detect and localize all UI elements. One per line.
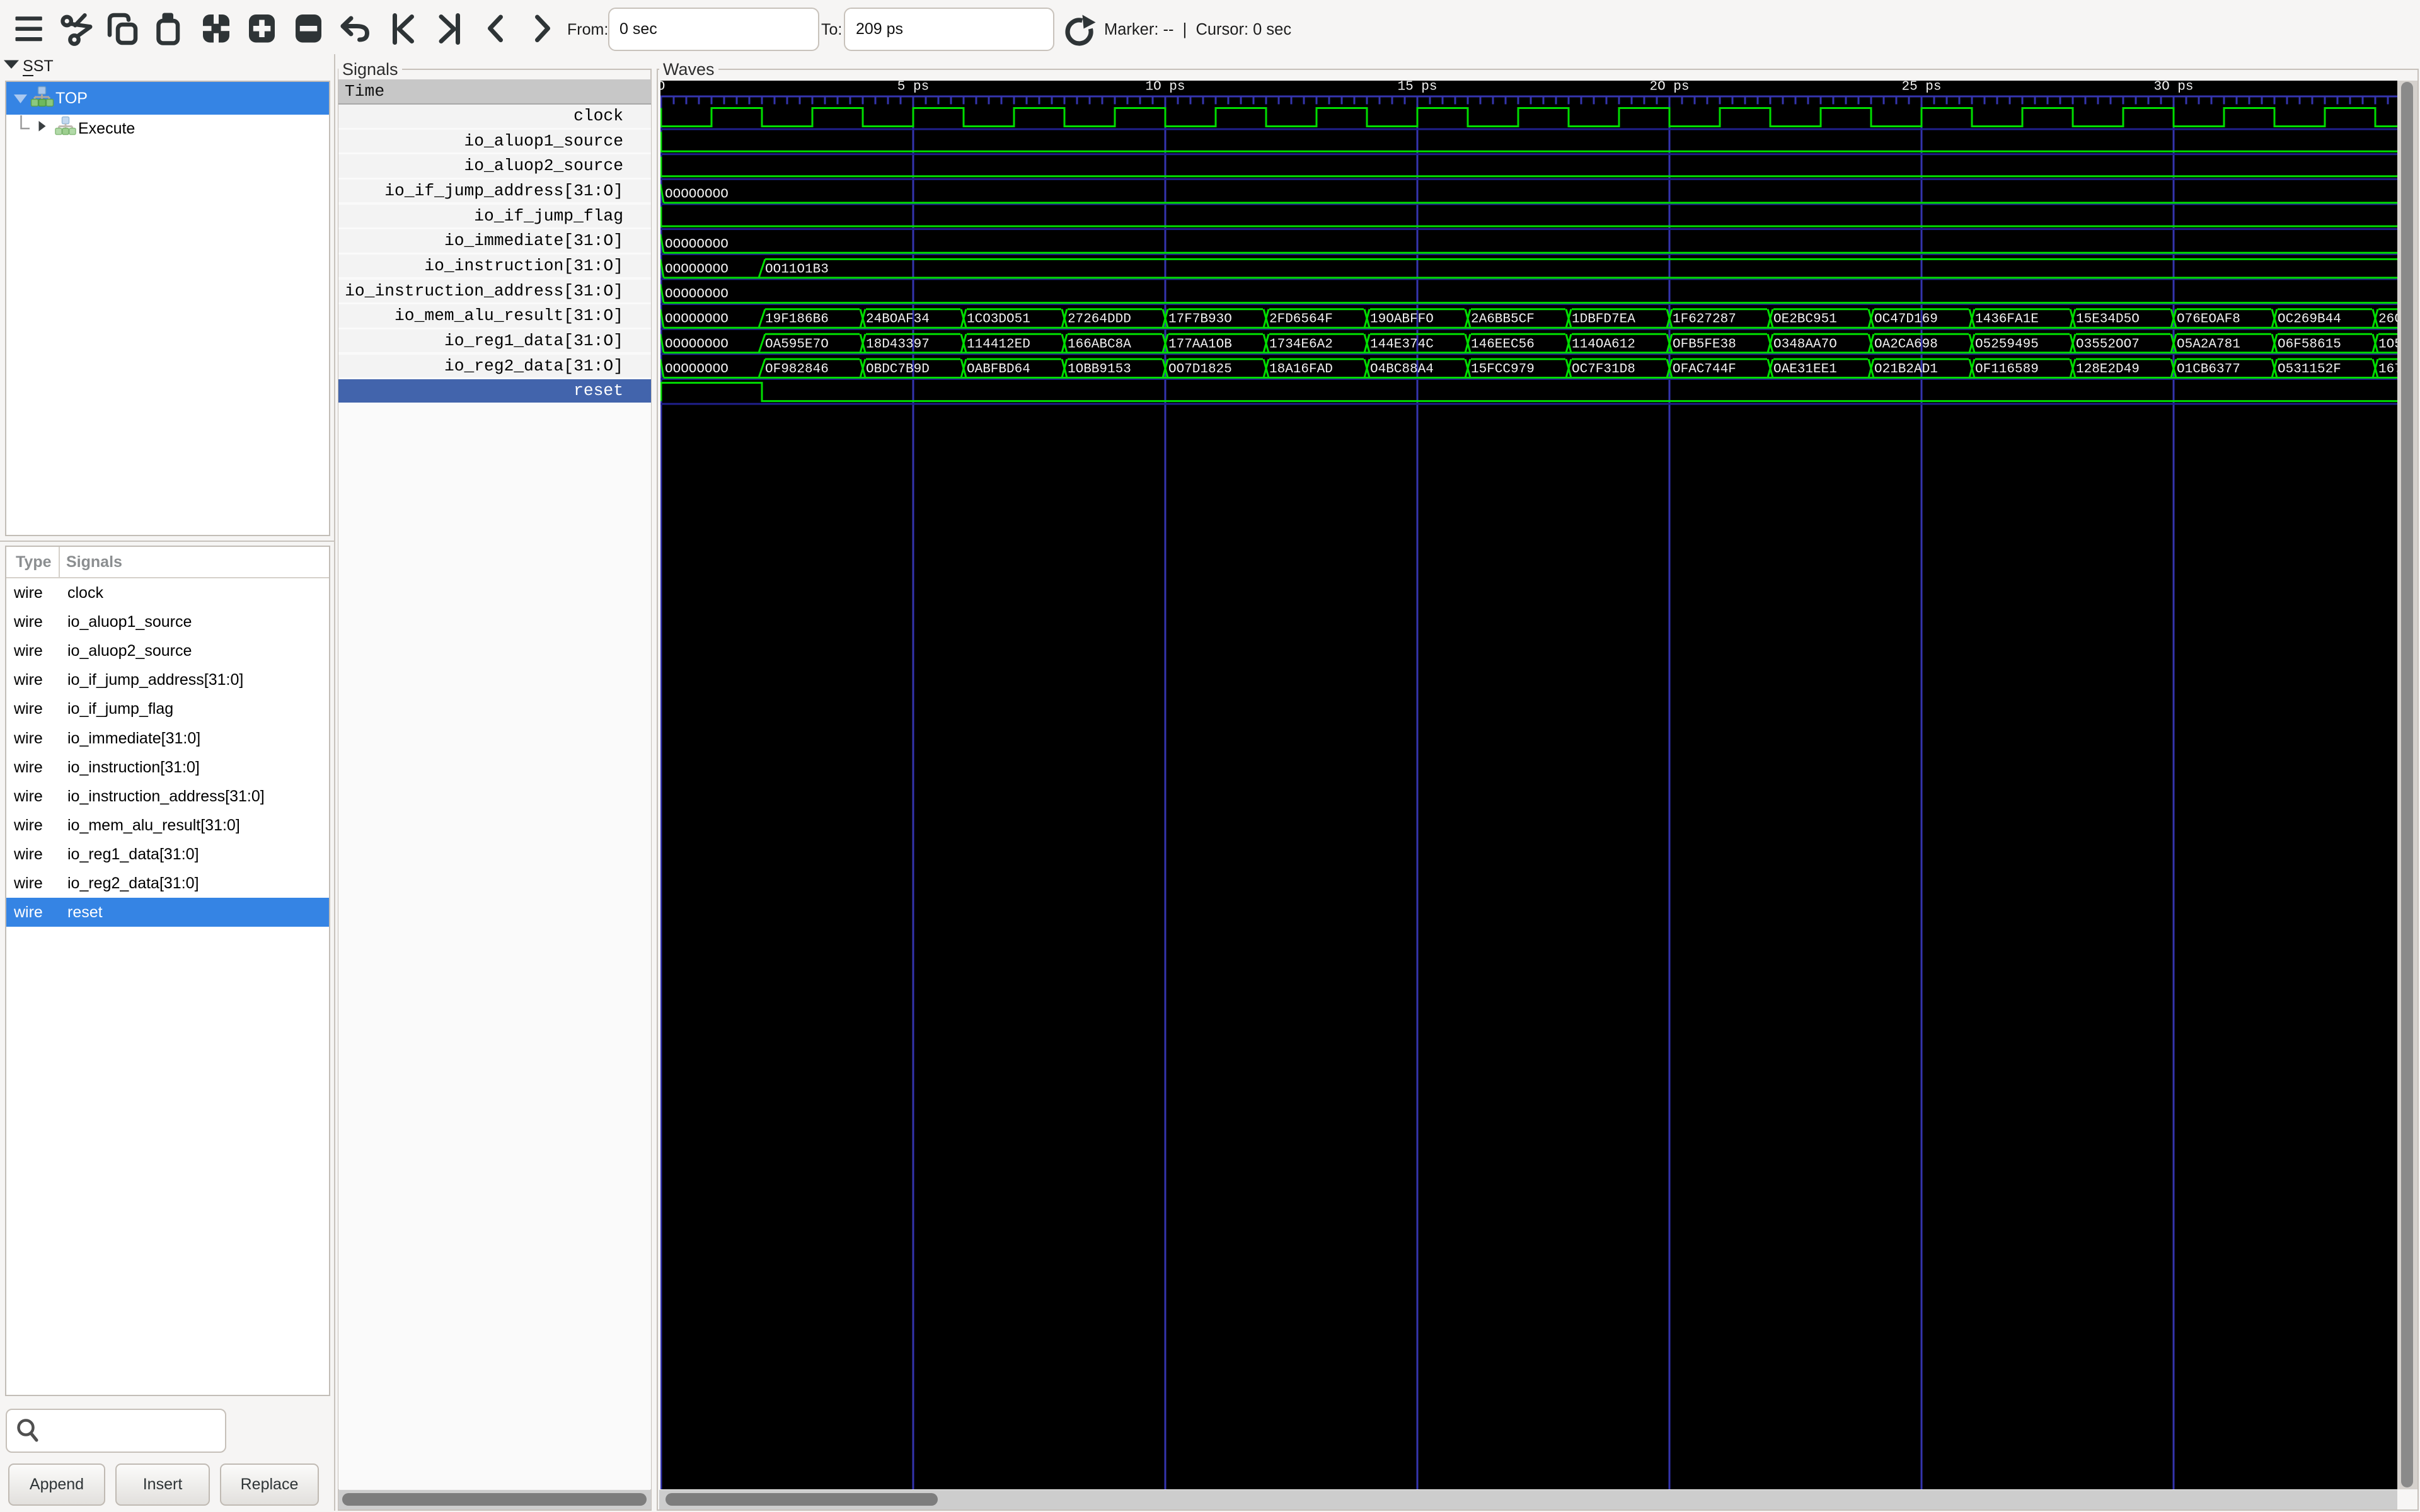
svg-text:OO7D1825: OO7D1825	[1168, 362, 1232, 377]
svg-text:19OABFFO: 19OABFFO	[1370, 312, 1434, 327]
svg-text:O3552OO7: O3552OO7	[2076, 337, 2140, 352]
svg-text:15E34D5O: 15E34D5O	[2076, 312, 2140, 327]
svg-text:OOOOOOOO: OOOOOOOO	[665, 287, 729, 302]
svg-text:OC269B44: OC269B44	[2278, 312, 2341, 327]
svg-text:OOOOOOOO: OOOOOOOO	[665, 312, 729, 327]
svg-text:18D43397: 18D43397	[866, 337, 930, 352]
svg-text:O5259495: O5259495	[1975, 337, 2039, 352]
svg-text:OOOOOOOO: OOOOOOOO	[665, 238, 729, 252]
svg-text:1DBFD7EA: 1DBFD7EA	[1572, 312, 1635, 327]
svg-text:OOOOOOOO: OOOOOOOO	[665, 187, 729, 202]
svg-text:1F627287: 1F627287	[1673, 312, 1736, 327]
svg-text:177AA1OB: 177AA1OB	[1168, 337, 1232, 352]
svg-text:OOOOOOOO: OOOOOOOO	[665, 262, 729, 277]
svg-text:18A16FAD: 18A16FAD	[1269, 362, 1333, 377]
svg-text:1734E6A2: 1734E6A2	[1269, 337, 1333, 352]
svg-text:OC47D169: OC47D169	[1874, 312, 1938, 327]
svg-text:15 ps: 15 ps	[1397, 81, 1437, 94]
svg-text:2A6BB5CF: 2A6BB5CF	[1471, 312, 1535, 327]
svg-text:19F186B6: 19F186B6	[765, 312, 829, 327]
svg-text:2FD6564F: 2FD6564F	[1269, 312, 1333, 327]
svg-text:O: O	[660, 81, 665, 94]
svg-text:O6F58615: O6F58615	[2278, 337, 2341, 352]
svg-text:27264DDD: 27264DDD	[1068, 312, 1131, 327]
svg-text:O4BC88A4: O4BC88A4	[1370, 362, 1434, 377]
svg-text:128E2D49: 128E2D49	[2076, 362, 2140, 377]
svg-text:24BOAF34: 24BOAF34	[866, 312, 930, 327]
svg-text:OFB5FE38: OFB5FE38	[1673, 337, 1736, 352]
svg-text:25 ps: 25 ps	[1901, 81, 1941, 94]
svg-text:OA2CA698: OA2CA698	[1874, 337, 1938, 352]
svg-text:17F7B93O: 17F7B93O	[1168, 312, 1232, 327]
svg-text:OA595E7O: OA595E7O	[765, 337, 829, 352]
svg-text:1O ps: 1O ps	[1145, 81, 1185, 94]
svg-text:OF116589: OF116589	[1975, 362, 2039, 377]
svg-text:O76EOAF8: O76EOAF8	[2177, 312, 2240, 327]
svg-text:OBDC7B9D: OBDC7B9D	[866, 362, 930, 377]
svg-text:5 ps: 5 ps	[897, 81, 929, 94]
svg-text:OAE31EE1: OAE31EE1	[1773, 362, 1837, 377]
svg-text:OOOOOOOO: OOOOOOOO	[665, 337, 729, 352]
svg-text:1CO3DO51: 1CO3DO51	[967, 312, 1030, 327]
svg-text:OOOOOOOO: OOOOOOOO	[665, 362, 729, 377]
svg-text:166ABC8A: 166ABC8A	[1068, 337, 1131, 352]
svg-text:O5A2A781: O5A2A781	[2177, 337, 2240, 352]
svg-text:OABFBD64: OABFBD64	[967, 362, 1030, 377]
svg-text:OE2BC951: OE2BC951	[1773, 312, 1837, 327]
svg-text:114OA612: 114OA612	[1572, 337, 1635, 352]
svg-text:OC7F31D8: OC7F31D8	[1572, 362, 1635, 377]
svg-text:2O ps: 2O ps	[1649, 81, 1689, 94]
svg-text:OFAC744F: OFAC744F	[1673, 362, 1736, 377]
svg-text:26C6: 26C6	[2378, 312, 2397, 327]
svg-text:1436FA1E: 1436FA1E	[1975, 312, 2039, 327]
svg-text:146EEC56: 146EEC56	[1471, 337, 1535, 352]
svg-text:15FCC979: 15FCC979	[1471, 362, 1535, 377]
svg-text:114412ED: 114412ED	[967, 337, 1030, 352]
svg-text:OO11O1B3: OO11O1B3	[765, 262, 829, 277]
svg-text:OF982846: OF982846	[765, 362, 829, 377]
svg-text:O1CB6377: O1CB6377	[2177, 362, 2240, 377]
svg-text:O348AA7O: O348AA7O	[1773, 337, 1837, 352]
svg-text:1OBB9153: 1OBB9153	[1068, 362, 1131, 377]
svg-text:144E374C: 144E374C	[1370, 337, 1434, 352]
svg-text:3O ps: 3O ps	[2153, 81, 2193, 94]
svg-text:O21B2AD1: O21B2AD1	[1874, 362, 1938, 377]
svg-text:1678: 1678	[2378, 362, 2397, 377]
svg-text:1O5O: 1O5O	[2378, 337, 2397, 352]
svg-text:O531152F: O531152F	[2278, 362, 2341, 377]
